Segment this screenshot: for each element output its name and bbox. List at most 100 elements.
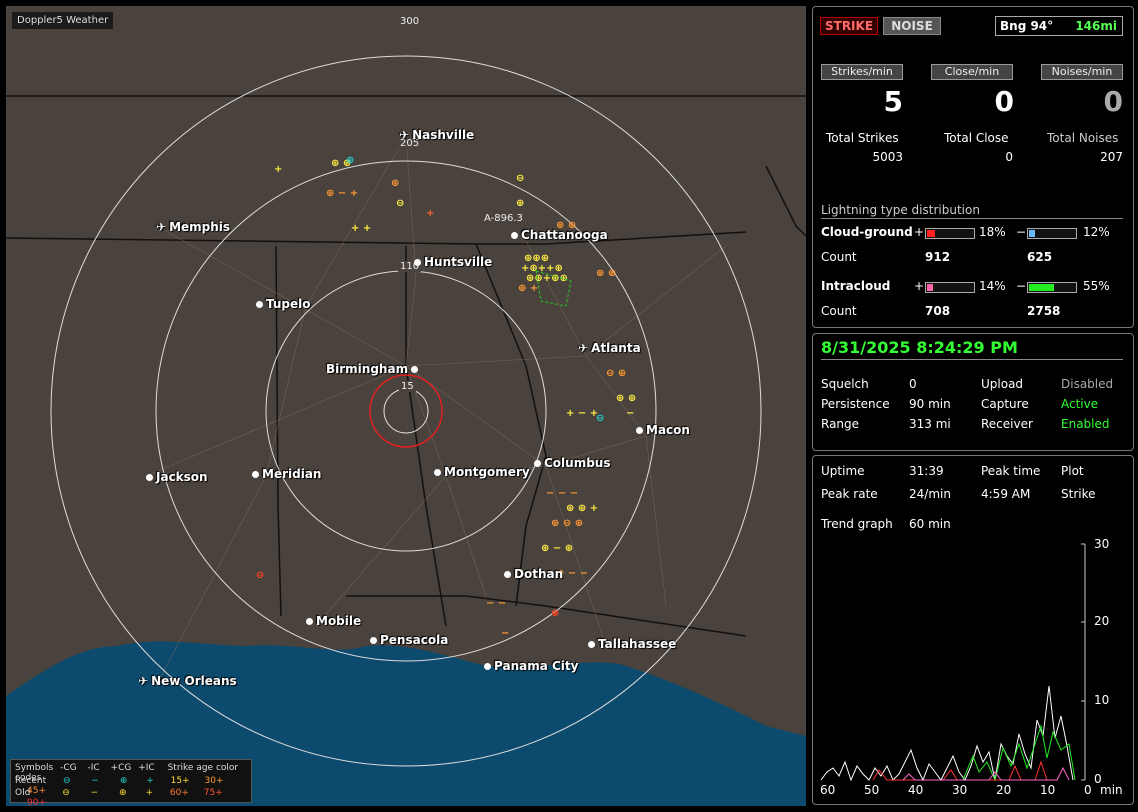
city-dot-icon xyxy=(146,473,153,481)
total-close-label: Total Close xyxy=(944,131,1009,145)
noise-button[interactable]: NOISE xyxy=(883,17,941,35)
svg-text:⊖: ⊖ xyxy=(516,173,524,184)
cg-minus-bar xyxy=(1027,228,1077,239)
strikes-min-header: Strikes/min xyxy=(821,64,903,80)
total-noises-label: Total Noises xyxy=(1047,131,1119,145)
svg-text:⊕ +: ⊕ + xyxy=(518,283,538,294)
ic-plus-bar xyxy=(925,282,975,293)
legend-cg-minus: -CG xyxy=(60,763,77,773)
svg-text:⊖ ⊕: ⊖ ⊕ xyxy=(606,368,626,379)
svg-text:⊕: ⊕ xyxy=(551,608,559,619)
city-dot-icon xyxy=(411,365,419,373)
cloud-ground-label: Cloud-ground xyxy=(821,225,913,239)
svg-text:− − −: − − − xyxy=(546,488,578,499)
ring-label-15: 15 xyxy=(399,381,416,392)
recent-ic-minus-icon: − xyxy=(91,776,99,786)
x-tick-40: 40 xyxy=(908,783,924,797)
peak-time-label: Peak time xyxy=(981,464,1041,478)
x-unit: min xyxy=(1100,783,1123,797)
city-memphis: ✈ Memphis xyxy=(156,220,231,234)
city-dot-icon xyxy=(252,470,259,478)
svg-text:⊕ ⊕ +: ⊕ ⊕ + xyxy=(566,503,598,514)
settings-panel: 8/31/2025 8:24:29 PM Squelch 0 Upload Di… xyxy=(812,333,1134,451)
cg-plus-pct: 18% xyxy=(979,225,1006,239)
symbol-legend: Symbols -CG -IC +CG +IC Strike age color… xyxy=(10,759,252,808)
bearing-readout: Bng 94° 146mi xyxy=(995,16,1123,36)
svg-text:−: − xyxy=(501,628,509,639)
ic-plus-bar-fill xyxy=(927,284,934,291)
cg-plus-bar xyxy=(925,228,975,239)
city-nashville: ✈ Nashville xyxy=(399,128,475,142)
y-tick-10: 10 xyxy=(1094,693,1110,707)
persistence-label: Persistence xyxy=(821,397,890,411)
city-dot-icon xyxy=(504,570,511,578)
svg-text:⊕: ⊕ xyxy=(516,198,524,209)
uptime-value: 31:39 xyxy=(909,464,944,478)
svg-text:+ +: + + xyxy=(351,223,371,234)
plot-value[interactable]: Strike xyxy=(1061,487,1096,501)
svg-text:⊕ ⊖ ⊕: ⊕ ⊖ ⊕ xyxy=(551,518,583,529)
svg-text:+: + xyxy=(426,208,434,219)
svg-text:⊕ − ⊕: ⊕ − ⊕ xyxy=(541,543,573,554)
city-dothan: Dothan xyxy=(504,567,563,581)
ic-minus-bar-fill xyxy=(1029,284,1055,291)
cg-minus-count: 625 xyxy=(1027,250,1053,264)
radar-map[interactable]: ⊕⊕⊕ +⊕++⊕ ⊕⊕+⊕⊕ ⊕ + ⊕ ⊕ ⊕ ⊕ ⊕ + ⊕ − + ⊕ … xyxy=(6,6,806,806)
city-chattanooga: Chattanooga xyxy=(511,228,608,242)
plot-label: Plot xyxy=(1061,464,1084,478)
city-panama-city: Panama City xyxy=(484,659,578,673)
old-ic-plus-icon: + xyxy=(145,788,153,798)
strike-button[interactable]: STRIKE xyxy=(820,17,878,35)
city-dot-icon xyxy=(588,640,595,648)
svg-text:⊕ − +: ⊕ − + xyxy=(326,188,358,199)
distance-value: 146mi xyxy=(1075,19,1117,33)
x-tick-30: 30 xyxy=(952,783,968,797)
trend-graph-value: 60 min xyxy=(909,517,951,531)
distribution-divider xyxy=(821,218,1123,219)
age-old-3: 90+ xyxy=(27,798,46,808)
upload-label: Upload xyxy=(981,377,1024,391)
datetime: 8/31/2025 8:24:29 PM xyxy=(821,338,1018,357)
airport-icon: ✈ xyxy=(578,341,589,355)
distribution-title: Lightning type distribution xyxy=(821,203,980,217)
city-dot-icon xyxy=(534,459,541,467)
total-close-value: 0 xyxy=(1005,150,1013,164)
ic-plus-pct: 14% xyxy=(979,279,1006,293)
city-jackson: Jackson xyxy=(146,470,208,484)
recent-ic-plus-icon: + xyxy=(146,776,154,786)
ic-count-label: Count xyxy=(821,304,857,318)
city-dot-icon xyxy=(434,468,441,476)
legend-recent-label: Recent xyxy=(15,776,47,786)
svg-text:⊕: ⊕ xyxy=(346,155,354,166)
ic-minus-count: 2758 xyxy=(1027,304,1061,318)
recent-cg-plus-icon: ⊕ xyxy=(119,776,128,786)
legend-ic-plus: +IC xyxy=(138,763,155,773)
total-strikes-value: 5003 xyxy=(872,150,903,164)
city-dot-icon xyxy=(636,426,643,434)
peak-time-value: 4:59 AM xyxy=(981,487,1031,501)
y-tick-20: 20 xyxy=(1094,614,1110,628)
cg-count-label: Count xyxy=(821,250,857,264)
noises-min-value: 0 xyxy=(1103,85,1123,118)
city-atlanta: ✈ Atlanta xyxy=(578,341,641,355)
capture-label: Capture xyxy=(981,397,1029,411)
x-tick-50: 50 xyxy=(864,783,880,797)
city-tupelo: Tupelo xyxy=(256,297,311,311)
city-columbus: Columbus xyxy=(534,456,611,470)
age-old-1: 60+ xyxy=(169,788,189,798)
bearing-value: Bng 94° xyxy=(1000,19,1054,33)
trend-graph-label: Trend graph xyxy=(821,517,893,531)
range-value: 313 mi xyxy=(909,417,951,431)
city-mobile: Mobile xyxy=(306,614,361,628)
old-cg-plus-icon: ⊕ xyxy=(119,788,127,798)
old-ic-minus-icon: − xyxy=(90,788,99,798)
squelch-label: Squelch xyxy=(821,377,869,391)
ic-minus-sign: − xyxy=(1016,279,1027,293)
recent-cg-minus-icon: ⊖ xyxy=(62,776,71,786)
persistence-value: 90 min xyxy=(909,397,951,411)
legend-ic-minus: -IC xyxy=(87,763,100,773)
svg-text:⊕: ⊕ xyxy=(391,178,399,189)
city-pensacola: Pensacola xyxy=(370,633,448,647)
capture-value: Active xyxy=(1061,397,1099,411)
city-dot-icon xyxy=(484,662,491,670)
